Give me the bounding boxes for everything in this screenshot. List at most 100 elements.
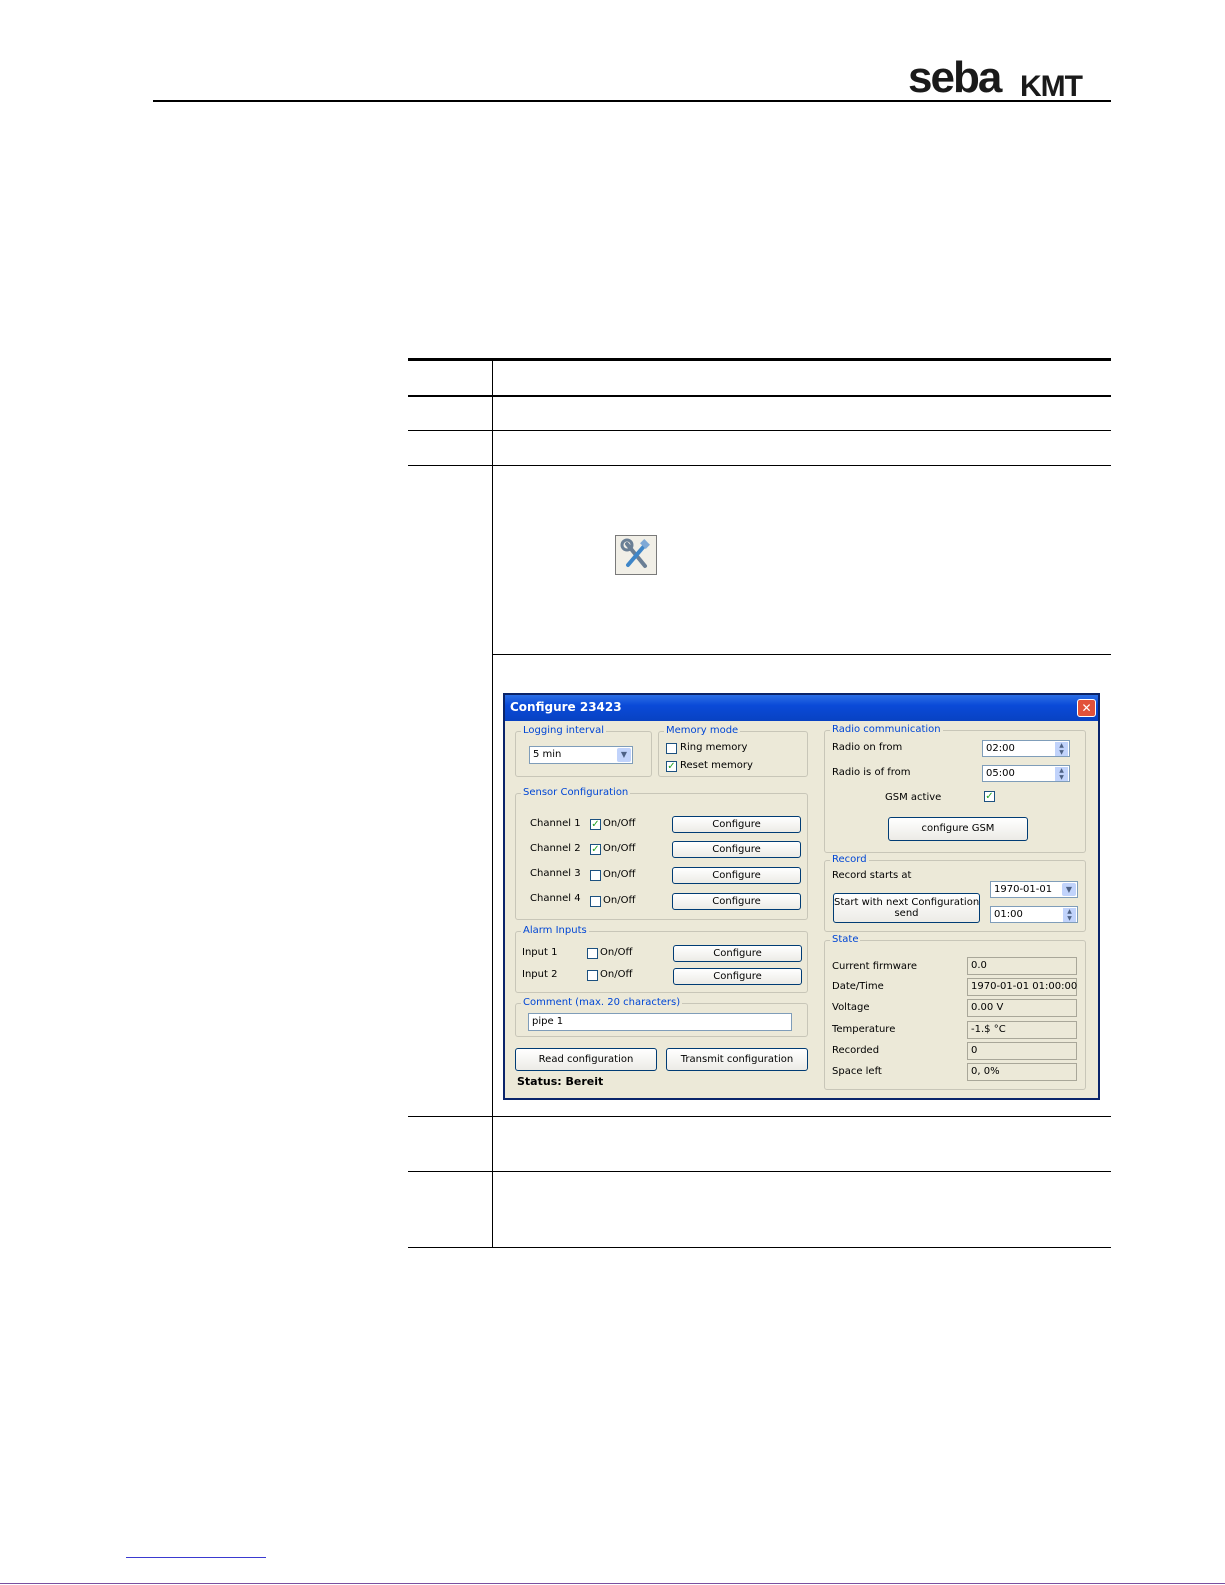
input-configure-button[interactable]: Configure [673,968,802,985]
logging-interval-title: Logging interval [521,725,606,736]
channel-toggle-label: On/Off [603,818,636,829]
comment-group: Comment (max. 20 characters) pipe 1 [515,997,808,1037]
record-starts-label: Record starts at [832,870,912,881]
record-date-select[interactable]: 1970-01-01 ▼ [990,881,1078,898]
radio-communication-title: Radio communication [830,724,943,735]
channel-configure-button[interactable]: Configure [672,867,801,884]
channel-configure-button[interactable]: Configure [672,893,801,910]
state-value: 0 [967,1042,1077,1060]
channel-configure-button[interactable]: Configure [672,841,801,858]
state-label: Space left [832,1066,882,1077]
start-button-line-1: Start with next Configuration [834,897,980,908]
sensor-configuration-title: Sensor Configuration [521,787,631,798]
radio-on-label: Radio on from [832,742,903,753]
logging-interval-group: Logging interval 5 min ▼ [515,725,652,777]
channel-label: Channel 4 [530,893,581,904]
gsm-active-checkbox[interactable]: ✓ [984,791,995,802]
radio-communication-group: Radio communication Radio on from 02:00 … [824,724,1086,853]
channel-label: Channel 2 [530,843,581,854]
input-label: Input 1 [522,947,558,958]
channel-toggle-label: On/Off [603,895,636,906]
dialog-title: Configure 23423 [510,700,622,714]
table-column-divider [492,358,493,1248]
state-value: 0.00 V [967,999,1077,1017]
state-value: -1.$ °C [967,1021,1077,1039]
channel-checkbox[interactable] [590,896,601,907]
close-icon[interactable]: ✕ [1077,699,1096,717]
dialog-title-bar[interactable]: Configure 23423 ✕ [505,695,1098,721]
alarm-inputs-group: Alarm Inputs Input 1 On/Off Configure In… [515,925,808,993]
state-value: 0, 0% [967,1063,1077,1081]
reset-memory-label: Reset memory [680,760,753,771]
record-time-input[interactable]: 01:00 ▲ ▼ [990,906,1078,923]
channel-label: Channel 3 [530,868,581,879]
table-cell-divider [493,654,1111,655]
logging-interval-value: 5 min [533,749,562,760]
radio-off-time-input[interactable]: 05:00 ▲ ▼ [982,765,1070,782]
state-label: Current firmware [832,961,918,972]
radio-off-value: 05:00 [986,768,1015,779]
comment-input[interactable]: pipe 1 [528,1013,792,1031]
input-toggle-label: On/Off [600,969,633,980]
input-checkbox[interactable] [587,970,598,981]
reset-memory-checkbox[interactable]: ✓ [666,761,677,772]
input-label: Input 2 [522,969,558,980]
chevron-down-icon[interactable]: ▼ [617,748,631,762]
radio-on-time-input[interactable]: 02:00 ▲ ▼ [982,740,1070,757]
channel-toggle-label: On/Off [603,869,636,880]
spinner-icon[interactable]: ▲ ▼ [1055,767,1068,781]
record-date-value: 1970-01-01 [994,884,1053,895]
configure-gsm-button[interactable]: configure GSM [888,817,1028,841]
chevron-down-icon[interactable]: ▼ [1062,883,1076,896]
start-button-line-2: send [894,908,919,919]
memory-mode-title: Memory mode [664,725,741,736]
table-row-divider [408,1116,1111,1117]
input-configure-button[interactable]: Configure [673,945,802,962]
state-value: 0.0 [967,957,1077,975]
read-configuration-button[interactable]: Read configuration [515,1048,657,1071]
state-group: State Current firmware 0.0 Date/Time 197… [824,934,1086,1090]
transmit-configuration-button[interactable]: Transmit configuration [666,1048,808,1071]
state-label: Voltage [832,1002,870,1013]
channel-toggle-label: On/Off [603,843,636,854]
channel-configure-button[interactable]: Configure [672,816,801,833]
table-row-divider [408,430,1111,431]
record-group: Record Record starts at Start with next … [824,854,1086,932]
input-checkbox[interactable] [587,948,598,959]
ring-memory-checkbox[interactable] [666,743,677,754]
table-row-divider [408,465,1111,466]
record-time-value: 01:00 [994,909,1023,920]
state-label: Recorded [832,1045,880,1056]
table-top-rule [408,358,1111,361]
channel-checkbox[interactable] [590,870,601,881]
sebakmt-logo: seba KMT [908,56,1108,103]
alarm-inputs-title: Alarm Inputs [521,925,589,936]
state-label: Date/Time [832,981,884,992]
configure-dialog: Configure 23423 ✕ Logging interval 5 min… [503,693,1100,1100]
input-toggle-label: On/Off [600,947,633,958]
state-label: Temperature [832,1024,896,1035]
radio-off-label: Radio is of from [832,767,911,778]
channel-checkbox[interactable]: ✓ [590,819,601,830]
table-row-divider [408,1171,1111,1172]
status-text: Status: Bereit [517,1075,604,1088]
logo-main-text: seba [908,53,1002,102]
state-title: State [830,934,861,945]
start-with-next-configuration-button[interactable]: Start with next Configuration send [833,893,980,923]
gsm-active-label: GSM active [885,792,942,803]
channel-checkbox[interactable]: ✓ [590,844,601,855]
sensor-configuration-group: Sensor Configuration Channel 1 ✓ On/Off … [515,787,808,920]
radio-on-value: 02:00 [986,743,1015,754]
state-value: 1970-01-01 01:00:00 [967,978,1077,996]
spinner-icon[interactable]: ▲ ▼ [1063,908,1076,922]
record-title: Record [830,854,869,865]
ring-memory-label: Ring memory [680,742,748,753]
logo-sub-text: KMT [1020,70,1083,103]
logging-interval-select[interactable]: 5 min ▼ [529,746,633,764]
channel-label: Channel 1 [530,818,581,829]
table-header-rule [408,395,1111,397]
spinner-icon[interactable]: ▲ ▼ [1055,742,1068,756]
comment-title: Comment (max. 20 characters) [521,997,683,1008]
memory-mode-group: Memory mode Ring memory ✓ Reset memory [658,725,808,777]
tools-icon [615,535,657,575]
